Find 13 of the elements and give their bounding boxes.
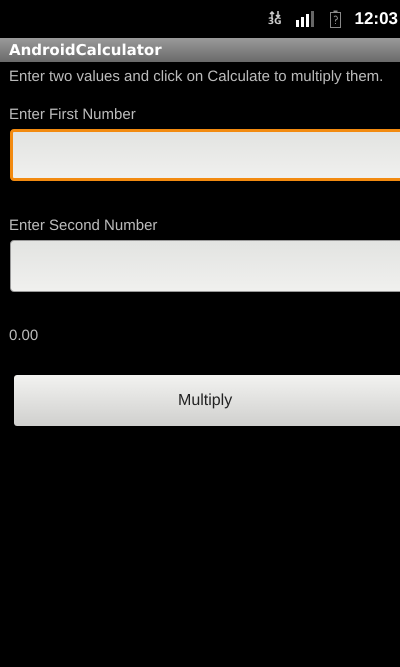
number-field[interactable] bbox=[10, 129, 400, 181]
instructions-text: Enter two values and click on Calculate to multiply them. bbox=[8, 68, 384, 86]
network-type: 3G bbox=[268, 18, 282, 27]
signal-icon bbox=[296, 11, 316, 27]
data-arrows-icon bbox=[268, 11, 281, 18]
result-text: 0.00 bbox=[8, 327, 40, 345]
battery-icon bbox=[330, 10, 341, 28]
app-title: AndroidCalculator bbox=[9, 41, 162, 59]
field-label: Enter First Number bbox=[8, 106, 137, 124]
multiply-button[interactable]: Multiply bbox=[14, 375, 400, 426]
field-label: Enter Second Number bbox=[8, 217, 158, 235]
clock-time: 12:03 bbox=[354, 9, 398, 29]
number-field[interactable] bbox=[10, 240, 400, 292]
